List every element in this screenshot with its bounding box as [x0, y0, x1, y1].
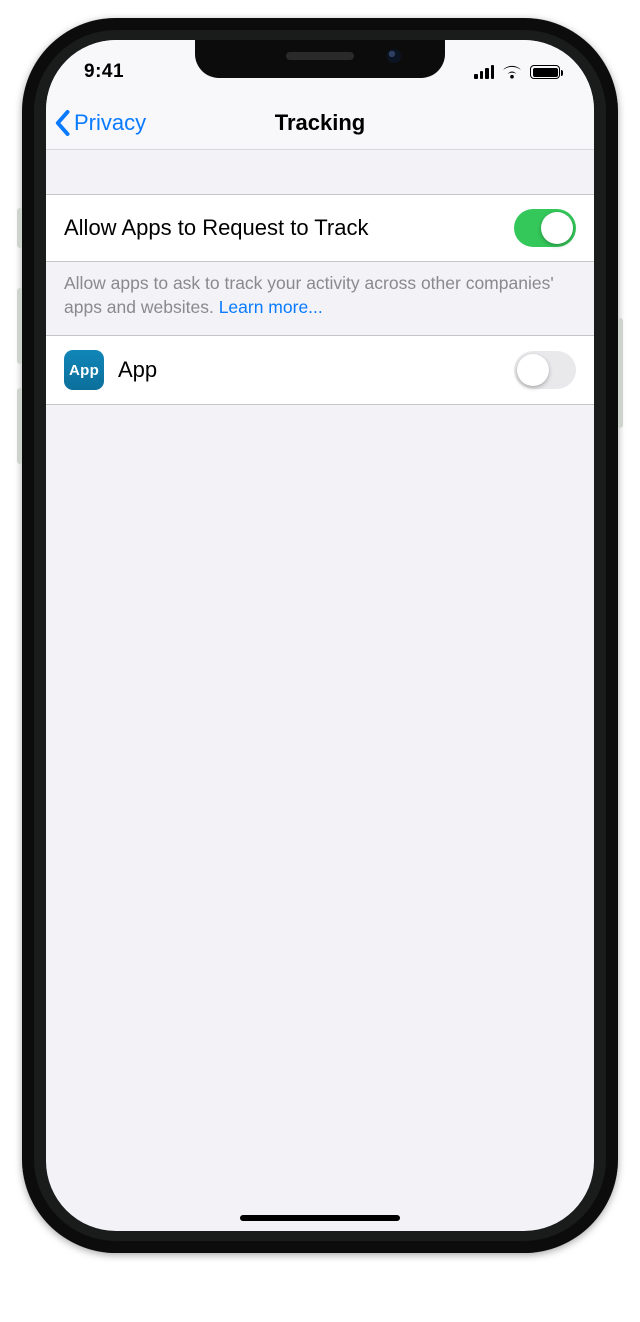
- ring-silent-switch: [17, 208, 23, 248]
- cellular-signal-icon: [474, 65, 494, 79]
- battery-icon: [530, 65, 560, 79]
- screen: 9:41 Privacy Tracking: [46, 40, 594, 1231]
- allow-tracking-requests-label: Allow Apps to Request to Track: [64, 215, 369, 241]
- allow-tracking-requests-row: Allow Apps to Request to Track: [46, 194, 594, 262]
- app-tracking-toggle[interactable]: [514, 351, 576, 389]
- app-tracking-row: App App: [46, 335, 594, 405]
- settings-content: Allow Apps to Request to Track Allow app…: [46, 150, 594, 1231]
- front-camera: [387, 49, 401, 63]
- volume-down-button: [17, 388, 23, 464]
- app-icon: App: [64, 350, 104, 390]
- device-notch: [195, 40, 445, 78]
- wifi-icon: [502, 65, 522, 80]
- earpiece-speaker: [286, 52, 354, 60]
- allow-tracking-requests-toggle[interactable]: [514, 209, 576, 247]
- status-time: 9:41: [84, 61, 124, 83]
- side-button: [617, 318, 623, 428]
- chevron-left-icon: [54, 110, 72, 136]
- navigation-bar: Privacy Tracking: [46, 96, 594, 150]
- phone-device-frame: 9:41 Privacy Tracking: [22, 18, 618, 1253]
- volume-up-button: [17, 288, 23, 364]
- app-tracking-label: App: [118, 357, 157, 383]
- allow-tracking-footer: Allow apps to ask to track your activity…: [46, 262, 594, 335]
- home-indicator[interactable]: [240, 1215, 400, 1221]
- learn-more-link[interactable]: Learn more...: [219, 297, 323, 317]
- page-title: Tracking: [275, 110, 365, 136]
- back-button-label: Privacy: [74, 110, 146, 136]
- back-button[interactable]: Privacy: [54, 96, 146, 149]
